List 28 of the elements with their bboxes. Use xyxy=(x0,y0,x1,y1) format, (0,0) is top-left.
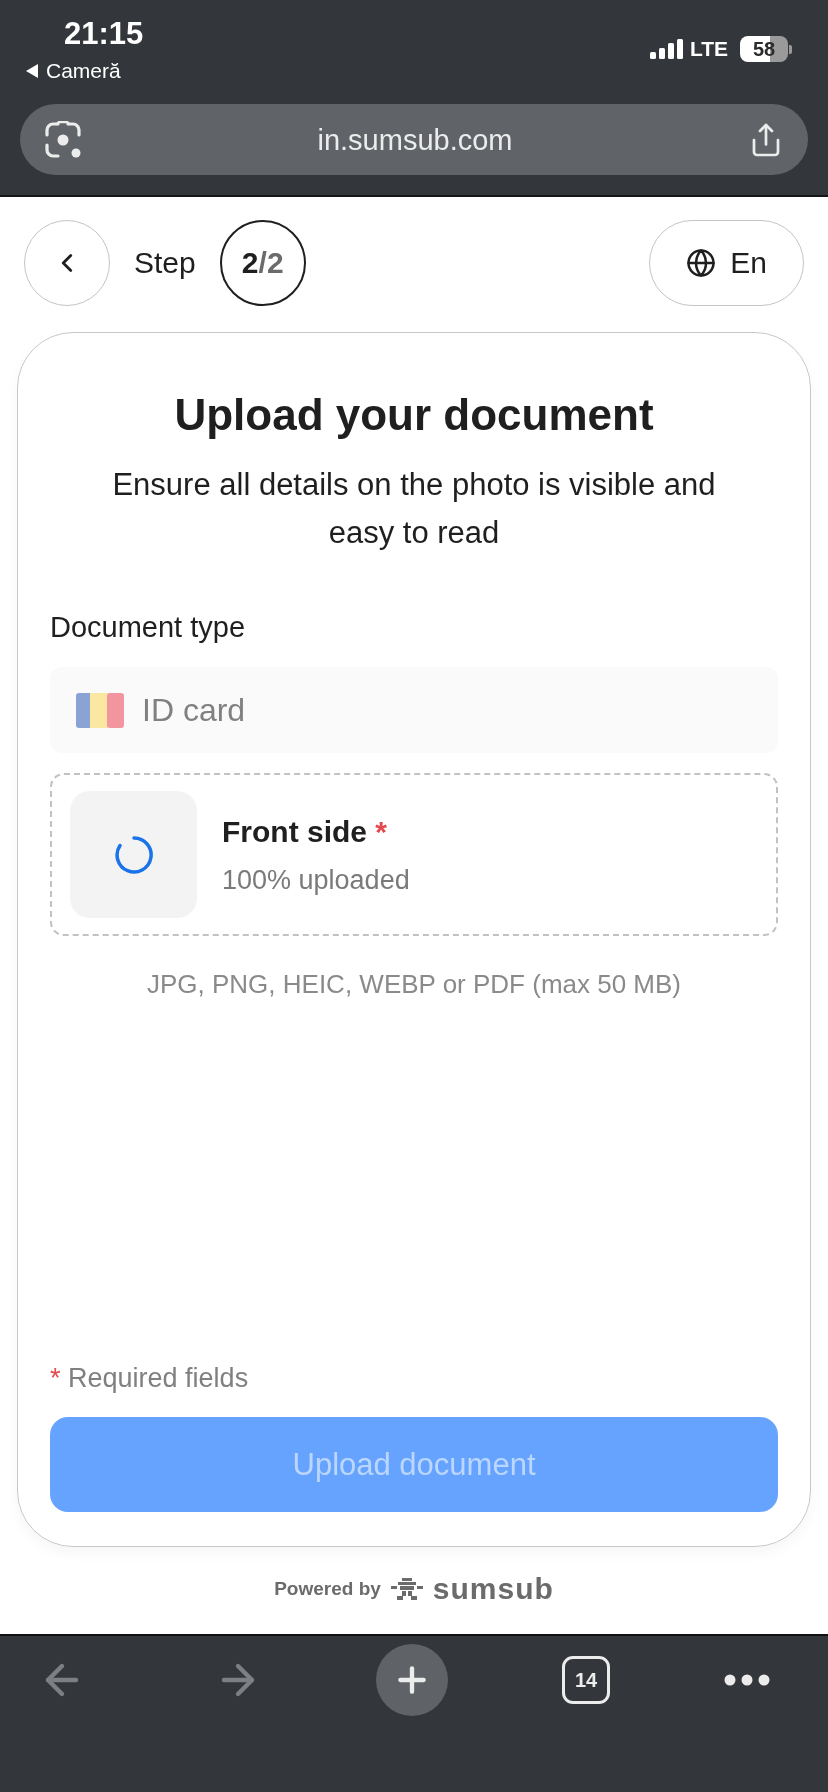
upload-status: 100% uploaded xyxy=(222,863,410,897)
signal-icon xyxy=(649,39,684,59)
card-title: Upload your document xyxy=(173,389,655,441)
step-label: Step xyxy=(134,245,196,281)
upload-title: Front side * xyxy=(222,813,389,850)
network-type: LTE xyxy=(689,37,728,61)
document-type-label: Document type xyxy=(50,610,247,645)
language-button[interactable]: En xyxy=(649,220,804,306)
card-subtitle: Ensure all details on the photo is visible and easy to read xyxy=(111,466,717,552)
file-format-hint: JPG, PNG, HEIC, WEBP or PDF (max 50 MB) xyxy=(145,968,683,1001)
address-bar[interactable]: in.sumsub.com xyxy=(20,104,808,175)
step-counter: 2/2 xyxy=(219,220,306,306)
globe-icon xyxy=(686,248,717,278)
status-time: 21:15 xyxy=(64,15,144,53)
required-fields-note: * Required fields xyxy=(50,1362,250,1395)
spinner-icon xyxy=(113,834,154,875)
logo-icon xyxy=(390,1577,423,1600)
camera-scan-icon[interactable] xyxy=(44,120,82,159)
brand-name: sumsub xyxy=(432,1571,554,1606)
powered-by-text: Powered by xyxy=(274,1576,381,1601)
battery-indicator: 58 xyxy=(740,36,792,62)
upload-area[interactable]: Front side * 100% uploaded xyxy=(50,773,778,936)
left-triangle-icon xyxy=(24,63,40,79)
more-icon[interactable] xyxy=(724,1674,770,1686)
url-text: in.sumsub.com xyxy=(317,122,513,158)
back-to-app-link[interactable]: Cameră xyxy=(46,58,121,84)
tabs-button[interactable]: 14 xyxy=(562,1656,610,1704)
flag-icon xyxy=(76,692,124,728)
